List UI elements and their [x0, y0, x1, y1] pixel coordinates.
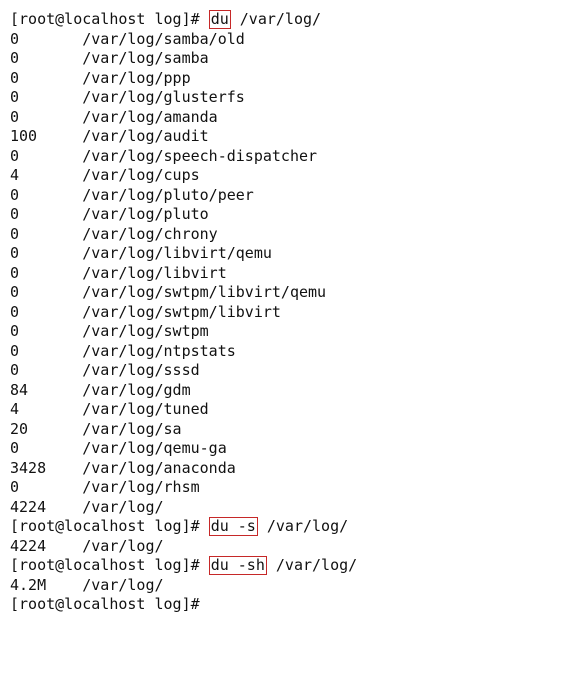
du-output-row: 0/var/log/samba/old	[10, 30, 562, 50]
path-value: /var/log/pluto	[82, 205, 208, 223]
path-value: /var/log/rhsm	[82, 478, 199, 496]
size-value: 4224	[10, 537, 82, 557]
du-output-row: 0/var/log/chrony	[10, 225, 562, 245]
size-value: 4.2M	[10, 576, 82, 596]
path-value: /var/log/	[82, 498, 163, 516]
path-value: /var/log/swtpm/libvirt/qemu	[82, 283, 326, 301]
size-value: 100	[10, 127, 82, 147]
highlighted-command: du -s	[209, 517, 258, 536]
path-value: /var/log/samba/old	[82, 30, 245, 48]
path-value: /var/log/glusterfs	[82, 88, 245, 106]
shell-prompt: [root@localhost log]#	[10, 10, 209, 28]
du-output-row: 0/var/log/glusterfs	[10, 88, 562, 108]
command-argument: /var/log/	[267, 556, 357, 574]
size-value: 3428	[10, 459, 82, 479]
shell-prompt: [root@localhost log]#	[10, 595, 209, 613]
path-value: /var/log/sa	[82, 420, 181, 438]
prompt-line[interactable]: [root@localhost log]# du -sh /var/log/	[10, 556, 562, 576]
path-value: /var/log/libvirt/qemu	[82, 244, 272, 262]
path-value: /var/log/audit	[82, 127, 208, 145]
du-output-row: 0/var/log/qemu-ga	[10, 439, 562, 459]
du-output-row: 0/var/log/swtpm	[10, 322, 562, 342]
highlighted-command: du	[209, 10, 231, 29]
size-value: 0	[10, 264, 82, 284]
path-value: /var/log/	[82, 537, 163, 555]
terminal-output: [root@localhost log]# du /var/log/0/var/…	[10, 10, 562, 615]
size-value: 0	[10, 186, 82, 206]
du-output-row: 4/var/log/tuned	[10, 400, 562, 420]
path-value: /var/log/gdm	[82, 381, 190, 399]
du-output-row: 0/var/log/swtpm/libvirt	[10, 303, 562, 323]
du-output-row: 84/var/log/gdm	[10, 381, 562, 401]
command-argument: /var/log/	[258, 517, 348, 535]
path-value: /var/log/speech-dispatcher	[82, 147, 317, 165]
highlighted-command: du -sh	[209, 556, 267, 575]
path-value: /var/log/chrony	[82, 225, 217, 243]
du-output-row: 4224/var/log/	[10, 537, 562, 557]
size-value: 84	[10, 381, 82, 401]
prompt-line[interactable]: [root@localhost log]# du /var/log/	[10, 10, 562, 30]
prompt-line[interactable]: [root@localhost log]# du -s /var/log/	[10, 517, 562, 537]
path-value: /var/log/ntpstats	[82, 342, 236, 360]
size-value: 0	[10, 108, 82, 128]
path-value: /var/log/swtpm/libvirt	[82, 303, 281, 321]
du-output-row: 0/var/log/speech-dispatcher	[10, 147, 562, 167]
size-value: 4224	[10, 498, 82, 518]
du-output-row: 0/var/log/libvirt	[10, 264, 562, 284]
path-value: /var/log/libvirt	[82, 264, 227, 282]
du-output-row: 0/var/log/amanda	[10, 108, 562, 128]
path-value: /var/log/qemu-ga	[82, 439, 227, 457]
size-value: 0	[10, 88, 82, 108]
prompt-line[interactable]: [root@localhost log]#	[10, 595, 562, 615]
path-value: /var/log/tuned	[82, 400, 208, 418]
du-output-row: 0/var/log/swtpm/libvirt/qemu	[10, 283, 562, 303]
size-value: 0	[10, 205, 82, 225]
path-value: /var/log/anaconda	[82, 459, 236, 477]
command-argument: /var/log/	[231, 10, 321, 28]
size-value: 0	[10, 322, 82, 342]
path-value: /var/log/cups	[82, 166, 199, 184]
du-output-row: 0/var/log/pluto	[10, 205, 562, 225]
size-value: 0	[10, 478, 82, 498]
size-value: 0	[10, 244, 82, 264]
du-output-row: 0/var/log/ntpstats	[10, 342, 562, 362]
size-value: 0	[10, 283, 82, 303]
size-value: 20	[10, 420, 82, 440]
shell-prompt: [root@localhost log]#	[10, 556, 209, 574]
du-output-row: 0/var/log/ppp	[10, 69, 562, 89]
size-value: 0	[10, 147, 82, 167]
path-value: /var/log/	[82, 576, 163, 594]
du-output-row: 3428/var/log/anaconda	[10, 459, 562, 479]
du-output-row: 4.2M/var/log/	[10, 576, 562, 596]
du-output-row: 20/var/log/sa	[10, 420, 562, 440]
size-value: 4	[10, 166, 82, 186]
size-value: 0	[10, 342, 82, 362]
size-value: 4	[10, 400, 82, 420]
size-value: 0	[10, 303, 82, 323]
size-value: 0	[10, 30, 82, 50]
du-output-row: 0/var/log/samba	[10, 49, 562, 69]
du-output-row: 0/var/log/sssd	[10, 361, 562, 381]
path-value: /var/log/ppp	[82, 69, 190, 87]
size-value: 0	[10, 439, 82, 459]
size-value: 0	[10, 69, 82, 89]
path-value: /var/log/swtpm	[82, 322, 208, 340]
du-output-row: 4/var/log/cups	[10, 166, 562, 186]
path-value: /var/log/pluto/peer	[82, 186, 254, 204]
path-value: /var/log/sssd	[82, 361, 199, 379]
size-value: 0	[10, 225, 82, 245]
path-value: /var/log/amanda	[82, 108, 217, 126]
path-value: /var/log/samba	[82, 49, 208, 67]
du-output-row: 0/var/log/rhsm	[10, 478, 562, 498]
size-value: 0	[10, 361, 82, 381]
du-output-row: 0/var/log/libvirt/qemu	[10, 244, 562, 264]
du-output-row: 0/var/log/pluto/peer	[10, 186, 562, 206]
shell-prompt: [root@localhost log]#	[10, 517, 209, 535]
du-output-row: 100/var/log/audit	[10, 127, 562, 147]
du-output-row: 4224/var/log/	[10, 498, 562, 518]
size-value: 0	[10, 49, 82, 69]
